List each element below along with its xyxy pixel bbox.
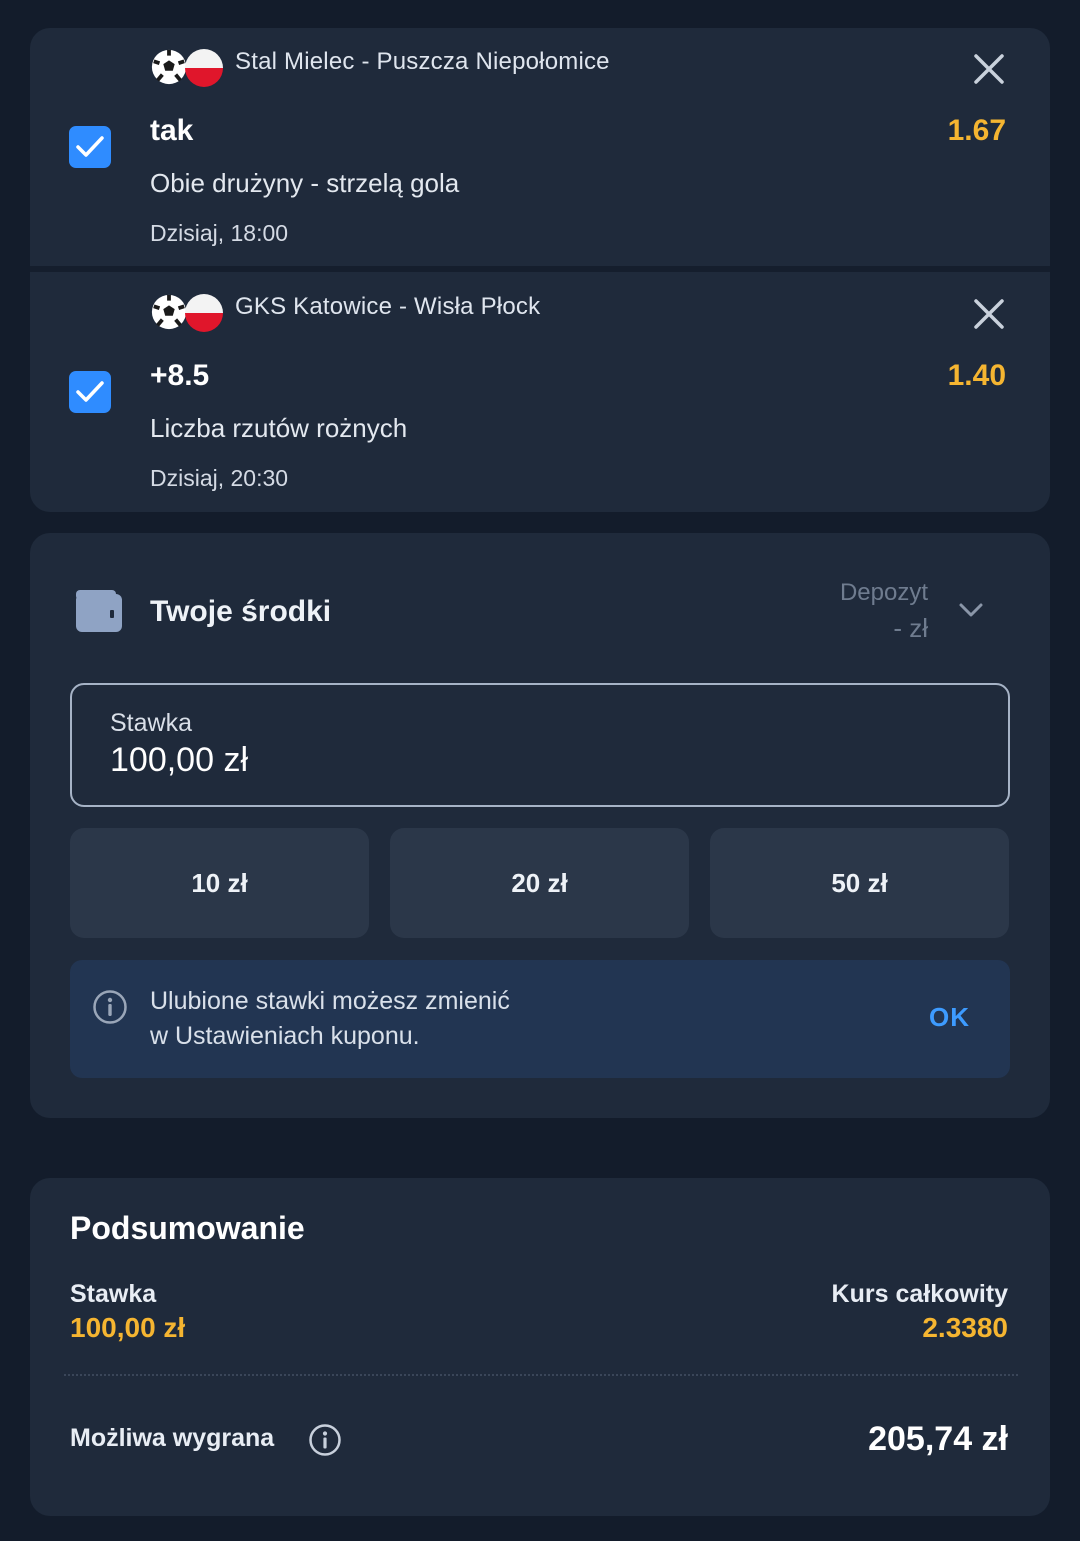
sport-country-icons bbox=[150, 293, 226, 333]
divider bbox=[64, 1374, 1018, 1376]
ok-button[interactable]: OK bbox=[929, 1002, 970, 1033]
divider bbox=[30, 266, 1050, 272]
total-odds-value: 2.3380 bbox=[922, 1312, 1008, 1343]
chevron-down-icon[interactable] bbox=[958, 601, 984, 619]
match-name: GKS Katowice - Wisła Płock bbox=[235, 293, 541, 320]
deposit-toggle[interactable]: Depozyt - zł bbox=[840, 579, 928, 644]
total-odds-label: Kurs całkowity bbox=[831, 1280, 1008, 1308]
possible-win-label: Możliwa wygrana bbox=[70, 1424, 275, 1452]
summary-title: Podsumowanie bbox=[70, 1210, 305, 1246]
summary-panel: Podsumowanie Stawka 100,00 zł Kurs całko… bbox=[30, 1178, 1050, 1516]
selection-checkbox[interactable] bbox=[69, 371, 111, 413]
selection-pick: tak bbox=[150, 114, 194, 147]
stake-input-value[interactable]: 100,00 zł bbox=[110, 741, 248, 780]
event-time: Dzisiaj, 18:00 bbox=[150, 220, 289, 246]
info-line: Ulubione stawki możesz zmienić bbox=[150, 987, 510, 1015]
wallet-icon bbox=[76, 590, 122, 632]
checkmark-icon bbox=[76, 136, 104, 157]
bet-selection: GKS Katowice - Wisła Płock +8.5 1.40 Lic… bbox=[30, 273, 1050, 512]
deposit-label: Depozyt bbox=[839, 579, 928, 606]
deposit-value: - zł bbox=[893, 613, 928, 643]
match-name: Stal Mielec - Puszcza Niepołomice bbox=[235, 48, 610, 75]
sport-country-icons bbox=[150, 48, 226, 88]
info-icon[interactable] bbox=[308, 1423, 342, 1457]
market-name: Obie drużyny - strzelą gola bbox=[150, 168, 460, 198]
close-icon[interactable] bbox=[972, 52, 1006, 86]
quick-stake-button[interactable]: 50 zł bbox=[710, 828, 1009, 938]
stake-input-label: Stawka bbox=[110, 709, 192, 737]
funds-title: Twoje środki bbox=[150, 595, 332, 628]
info-icon bbox=[93, 990, 127, 1024]
summary-stake-value: 100,00 zł bbox=[70, 1312, 186, 1343]
poland-flag-icon bbox=[185, 294, 223, 332]
funds-panel: Twoje środki Depozyt - zł Stawka 100,00 … bbox=[30, 533, 1050, 1118]
info-text: Ulubione stawki możesz zmienić w Ustawie… bbox=[150, 984, 510, 1054]
quick-stake-button[interactable]: 20 zł bbox=[390, 828, 689, 938]
selection-pick: +8.5 bbox=[150, 359, 210, 392]
possible-win-value: 205,74 zł bbox=[868, 1420, 1008, 1458]
stake-input[interactable]: Stawka 100,00 zł bbox=[70, 683, 1010, 807]
soccer-ball-icon bbox=[151, 49, 187, 85]
selection-odds: 1.40 bbox=[947, 359, 1006, 392]
info-line: w Ustawieniach kuponu. bbox=[150, 1022, 420, 1050]
close-icon[interactable] bbox=[972, 297, 1006, 331]
event-time: Dzisiaj, 20:30 bbox=[150, 465, 289, 491]
selection-checkbox[interactable] bbox=[69, 126, 111, 168]
market-name: Liczba rzutów rożnych bbox=[150, 413, 408, 443]
info-banner: Ulubione stawki możesz zmienić w Ustawie… bbox=[70, 960, 1010, 1078]
quick-stake-button[interactable]: 10 zł bbox=[70, 828, 369, 938]
checkmark-icon bbox=[76, 381, 104, 402]
soccer-ball-icon bbox=[151, 294, 187, 330]
bet-selection: Stal Mielec - Puszcza Niepołomice tak 1.… bbox=[30, 28, 1050, 272]
bet-slip-selections: Stal Mielec - Puszcza Niepołomice tak 1.… bbox=[30, 28, 1050, 512]
poland-flag-icon bbox=[185, 49, 223, 87]
selection-odds: 1.67 bbox=[947, 114, 1006, 147]
summary-stake-label: Stawka bbox=[70, 1280, 157, 1308]
